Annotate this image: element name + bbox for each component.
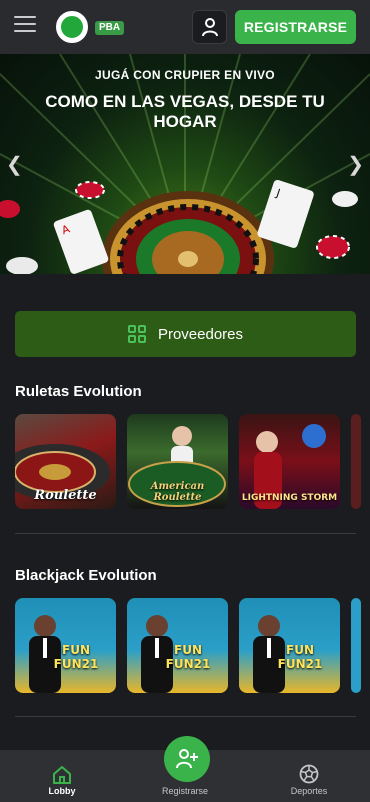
nav-sports[interactable]: Deportes <box>283 750 335 802</box>
game-card[interactable]: American Roulette <box>127 414 228 509</box>
game-title: FUN FUN21 <box>165 643 211 671</box>
game-card[interactable] <box>351 598 361 693</box>
section-divider <box>15 716 356 717</box>
chevron-right-icon[interactable]: ❯ <box>347 152 364 177</box>
game-card[interactable]: FUN FUN21 <box>239 598 340 693</box>
grid-icon <box>127 325 146 343</box>
game-title: FUN FUN21 <box>277 643 323 671</box>
game-title: Roulette <box>34 488 97 503</box>
nav-lobby[interactable]: Lobby <box>38 750 86 802</box>
providers-label: Proveedores <box>157 325 244 343</box>
banner-title: COMO EN LAS VEGAS, DESDE TU HOGAR <box>45 92 325 131</box>
section-divider <box>15 533 356 534</box>
nav-sports-label: Deportes <box>290 786 328 796</box>
nav-register-label: Registrarse <box>161 786 208 796</box>
home-icon <box>53 766 71 784</box>
chevron-left-icon[interactable]: ❮ <box>6 152 23 177</box>
menu-icon[interactable] <box>14 16 36 36</box>
providers-button[interactable]: Proveedores <box>15 311 356 357</box>
soccer-ball-icon <box>299 764 319 784</box>
banner-subtitle: JUGÁ CON CRUPIER EN VIVO <box>95 68 275 82</box>
roulette-games-row: Roulette American Roulette LIGHTNING STO… <box>15 414 361 509</box>
blackjack-games-row: FUN FUN21 FUN FUN21 FUN FUN21 <box>15 598 361 693</box>
logo-icon[interactable] <box>56 11 88 43</box>
game-card[interactable]: FUN FUN21 <box>15 598 116 693</box>
register-fab[interactable] <box>164 736 210 782</box>
game-card[interactable]: Roulette <box>15 414 116 509</box>
game-title: American Roulette <box>150 481 205 503</box>
section-title-roulette: Ruletas Evolution <box>15 383 142 400</box>
game-card[interactable]: FUN FUN21 <box>127 598 228 693</box>
game-card[interactable] <box>351 414 361 509</box>
login-button[interactable] <box>192 10 227 44</box>
top-header: PBA REGISTRARSE <box>0 0 370 54</box>
game-title: LIGHTNING STORM <box>241 493 338 503</box>
user-icon <box>201 18 218 37</box>
nav-lobby-label: Lobby <box>48 786 76 796</box>
add-user-icon <box>176 749 198 769</box>
logo-badge: PBA <box>95 21 125 35</box>
banner-artwork: A J <box>0 54 370 274</box>
game-title: FUN FUN21 <box>53 643 99 671</box>
game-card[interactable]: LIGHTNING STORM <box>239 414 340 509</box>
promo-banner[interactable]: A J JUGÁ CON CRUPIER EN VIVO COMO EN LAS… <box>0 54 370 274</box>
section-title-blackjack: Blackjack Evolution <box>15 567 157 584</box>
register-button[interactable]: REGISTRARSE <box>235 10 356 44</box>
